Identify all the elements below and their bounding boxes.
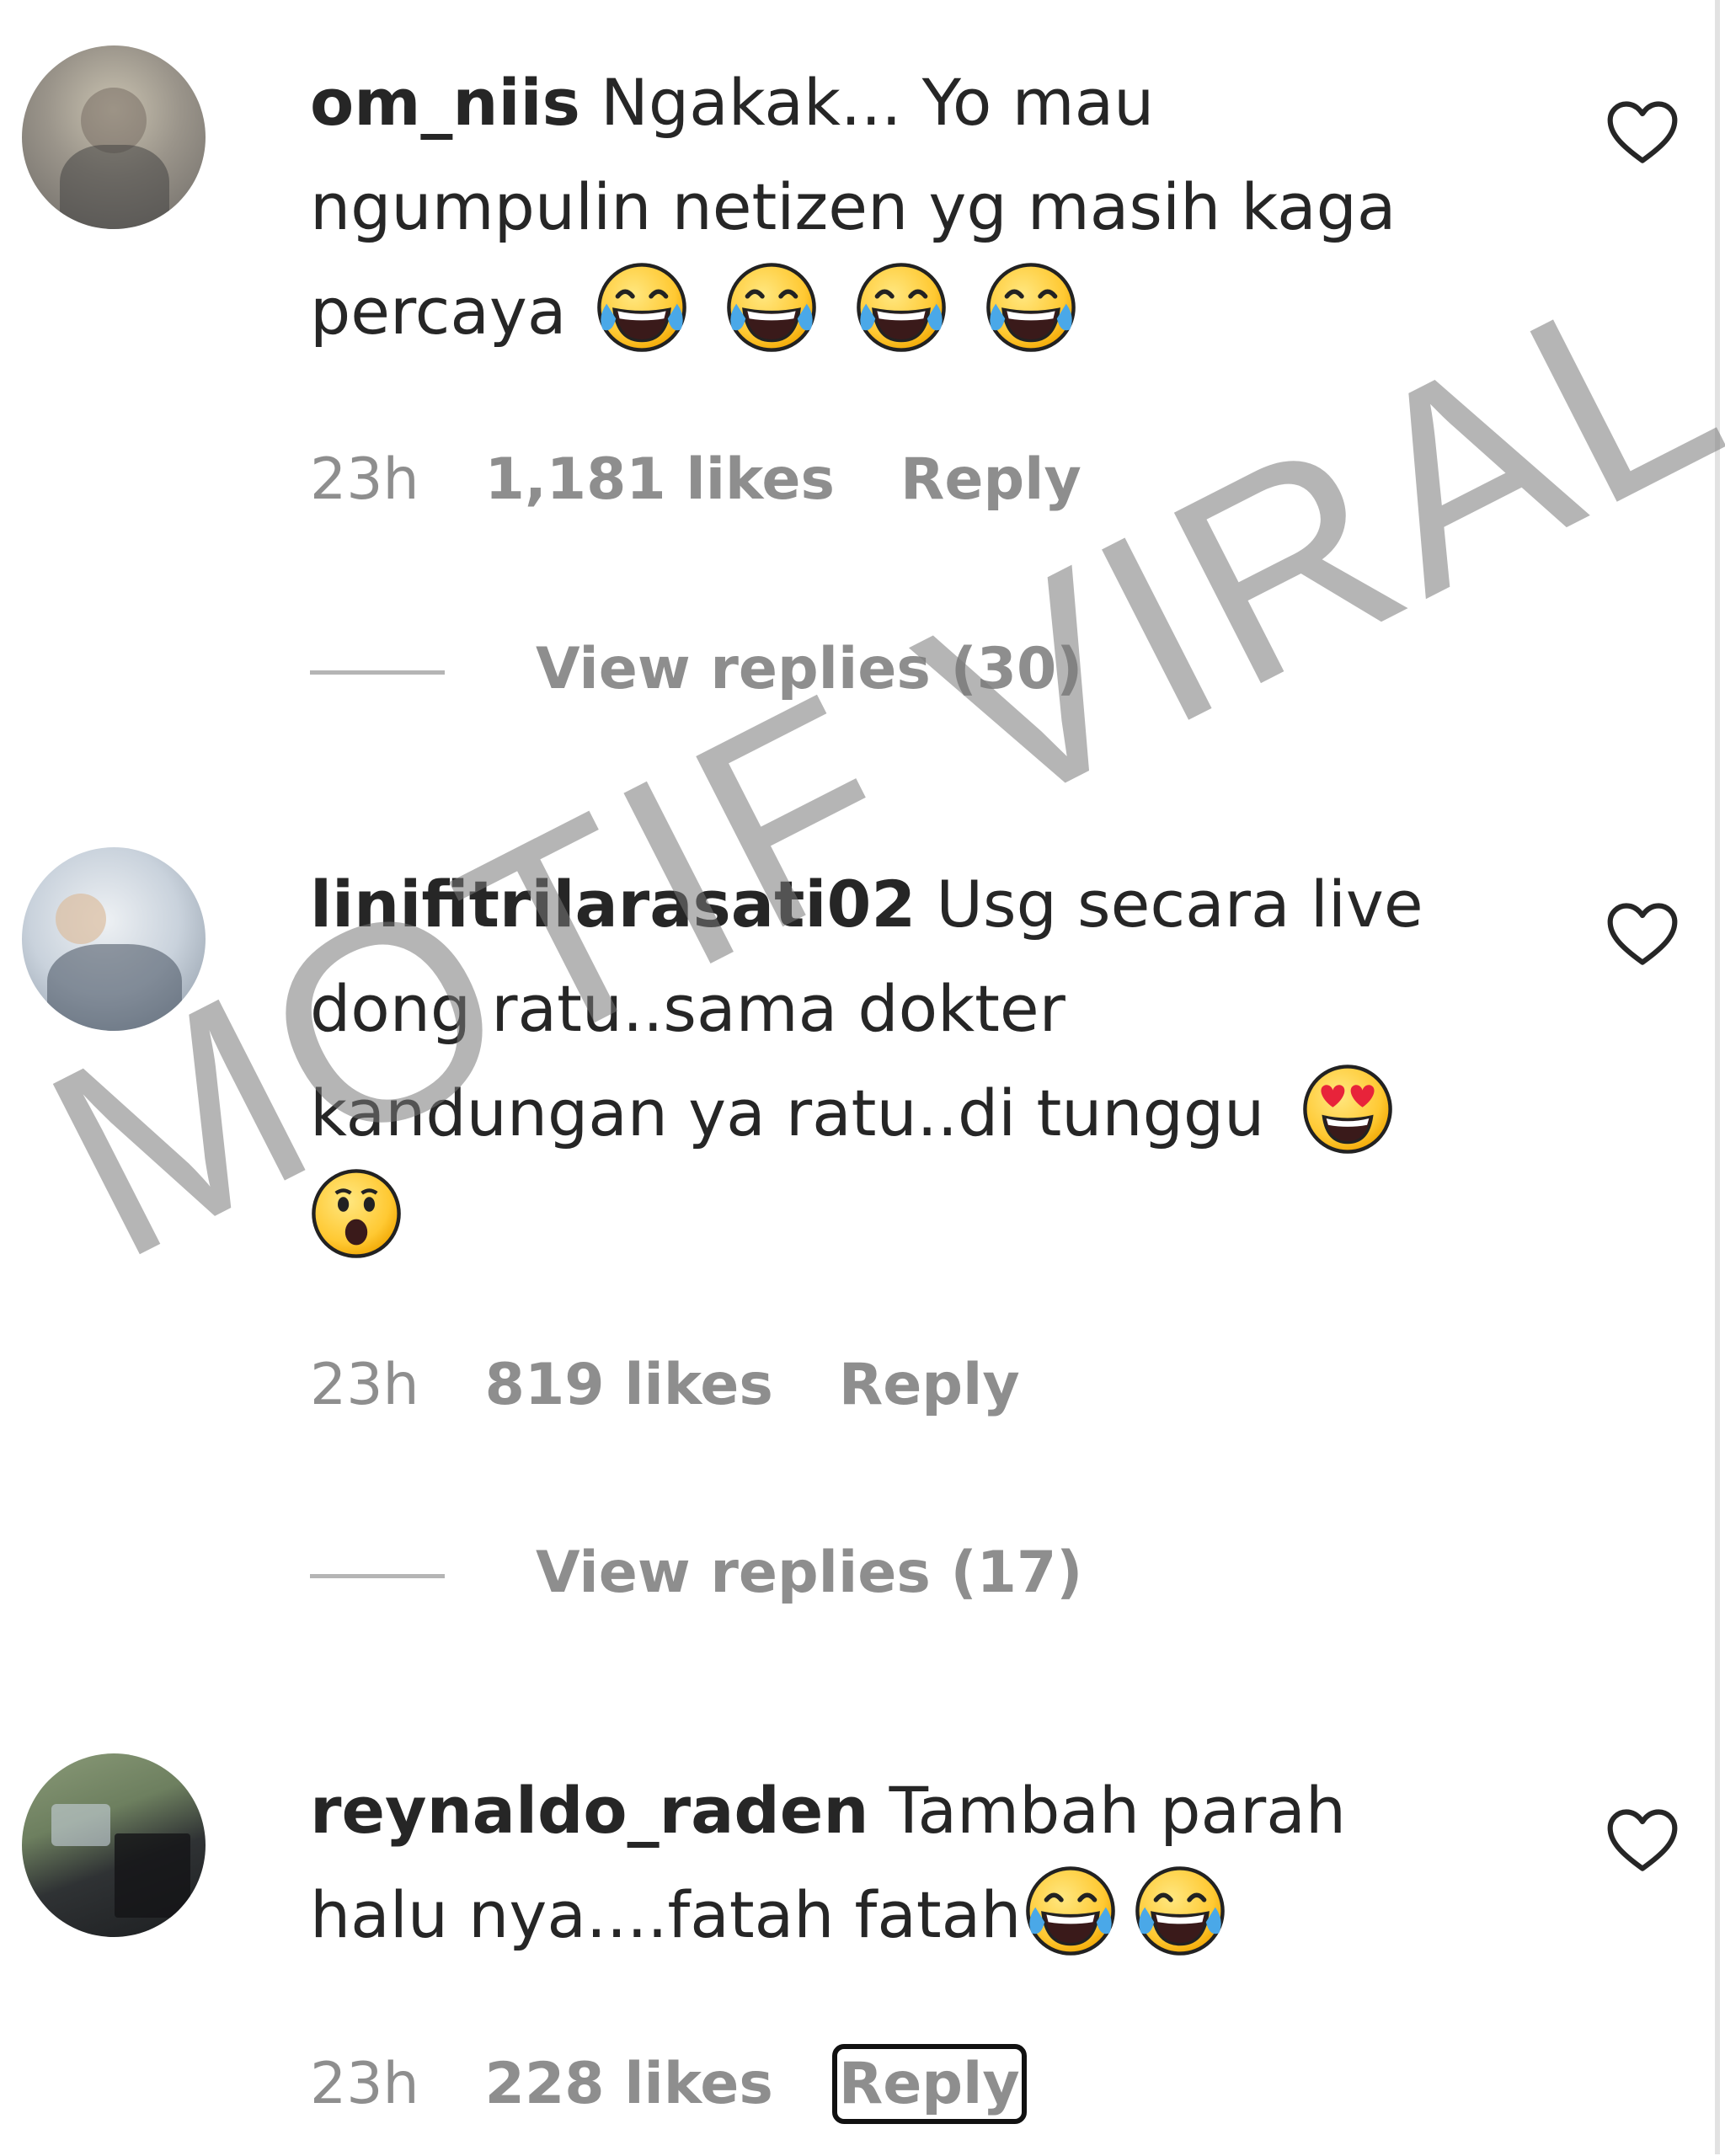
avatar[interactable] bbox=[22, 45, 206, 229]
comment-username[interactable]: om_niis bbox=[310, 65, 580, 140]
like-heart-icon[interactable] bbox=[1604, 94, 1681, 172]
comment-time: 23h bbox=[310, 2051, 419, 2117]
comment-text: reynaldo_raden Tambah parah halu nya....… bbox=[310, 1758, 1573, 1967]
comment-line: dong ratu..sama dokter bbox=[310, 971, 1065, 1046]
avatar-body bbox=[115, 1833, 190, 1918]
heart-eyes-emoji bbox=[1301, 1063, 1394, 1155]
tears-of-joy-emoji bbox=[1024, 1865, 1117, 1957]
comment-time: 23h bbox=[310, 446, 419, 513]
like-heart-icon[interactable] bbox=[1604, 1802, 1681, 1880]
avatar[interactable] bbox=[22, 847, 206, 1031]
tears-of-joy-emoji bbox=[1134, 1865, 1226, 1957]
comment-text: linifitrilarasati02 Usg secara live dong… bbox=[310, 852, 1573, 1270]
view-replies-label: View replies (30) bbox=[536, 636, 1083, 702]
reply-button[interactable]: Reply bbox=[900, 446, 1081, 513]
comment-time: 23h bbox=[310, 1352, 419, 1418]
comment-line: Ngakak... Yo mau bbox=[601, 65, 1155, 140]
comment-line: kandungan ya ratu..di tunggu bbox=[310, 1075, 1265, 1150]
like-heart-icon[interactable] bbox=[1604, 896, 1681, 974]
view-replies-label: View replies (17) bbox=[536, 1540, 1083, 1606]
tears-of-joy-emoji bbox=[725, 261, 818, 354]
tears-of-joy-emoji bbox=[595, 261, 688, 354]
comment-username[interactable]: linifitrilarasati02 bbox=[310, 867, 916, 942]
comment-username[interactable]: reynaldo_raden bbox=[310, 1773, 868, 1848]
reply-button[interactable]: Reply bbox=[831, 2044, 1027, 2124]
comment-meta: 23h 1,181 likes Reply bbox=[310, 438, 1081, 522]
avatar-face bbox=[81, 88, 147, 153]
avatar[interactable] bbox=[22, 1753, 206, 1937]
reply-button[interactable]: Reply bbox=[839, 1352, 1020, 1418]
astonished-emoji bbox=[310, 1167, 403, 1260]
comment-likes[interactable]: 819 likes bbox=[485, 1352, 773, 1418]
avatar-face bbox=[51, 1804, 110, 1846]
comment-line: ngumpulin netizen yg masih kaga bbox=[310, 169, 1397, 244]
comment-line: Usg secara live bbox=[936, 867, 1423, 942]
avatar-body bbox=[60, 145, 169, 229]
avatar-body bbox=[47, 944, 182, 1031]
tears-of-joy-emoji bbox=[855, 261, 948, 354]
comment-meta: 23h 228 likes Reply bbox=[310, 2042, 1027, 2127]
comment-line: percaya bbox=[310, 274, 567, 349]
view-replies-button[interactable]: View replies (17) bbox=[310, 1531, 1082, 1615]
comment-text: om_niis Ngakak... Yo mau ngumpulin netiz… bbox=[310, 51, 1573, 364]
comment-likes[interactable]: 1,181 likes bbox=[485, 446, 835, 513]
view-replies-button[interactable]: View replies (30) bbox=[310, 627, 1082, 712]
comment-line: halu nya....fatah fatah bbox=[310, 1877, 1022, 1952]
tears-of-joy-emoji bbox=[985, 261, 1077, 354]
comment-likes[interactable]: 228 likes bbox=[485, 2051, 773, 2117]
comment-meta: 23h 819 likes Reply bbox=[310, 1343, 1020, 1428]
replies-divider-line bbox=[310, 1573, 445, 1578]
replies-divider-line bbox=[310, 670, 445, 675]
avatar-face bbox=[56, 894, 106, 944]
comment-line: Tambah parah bbox=[889, 1773, 1347, 1848]
